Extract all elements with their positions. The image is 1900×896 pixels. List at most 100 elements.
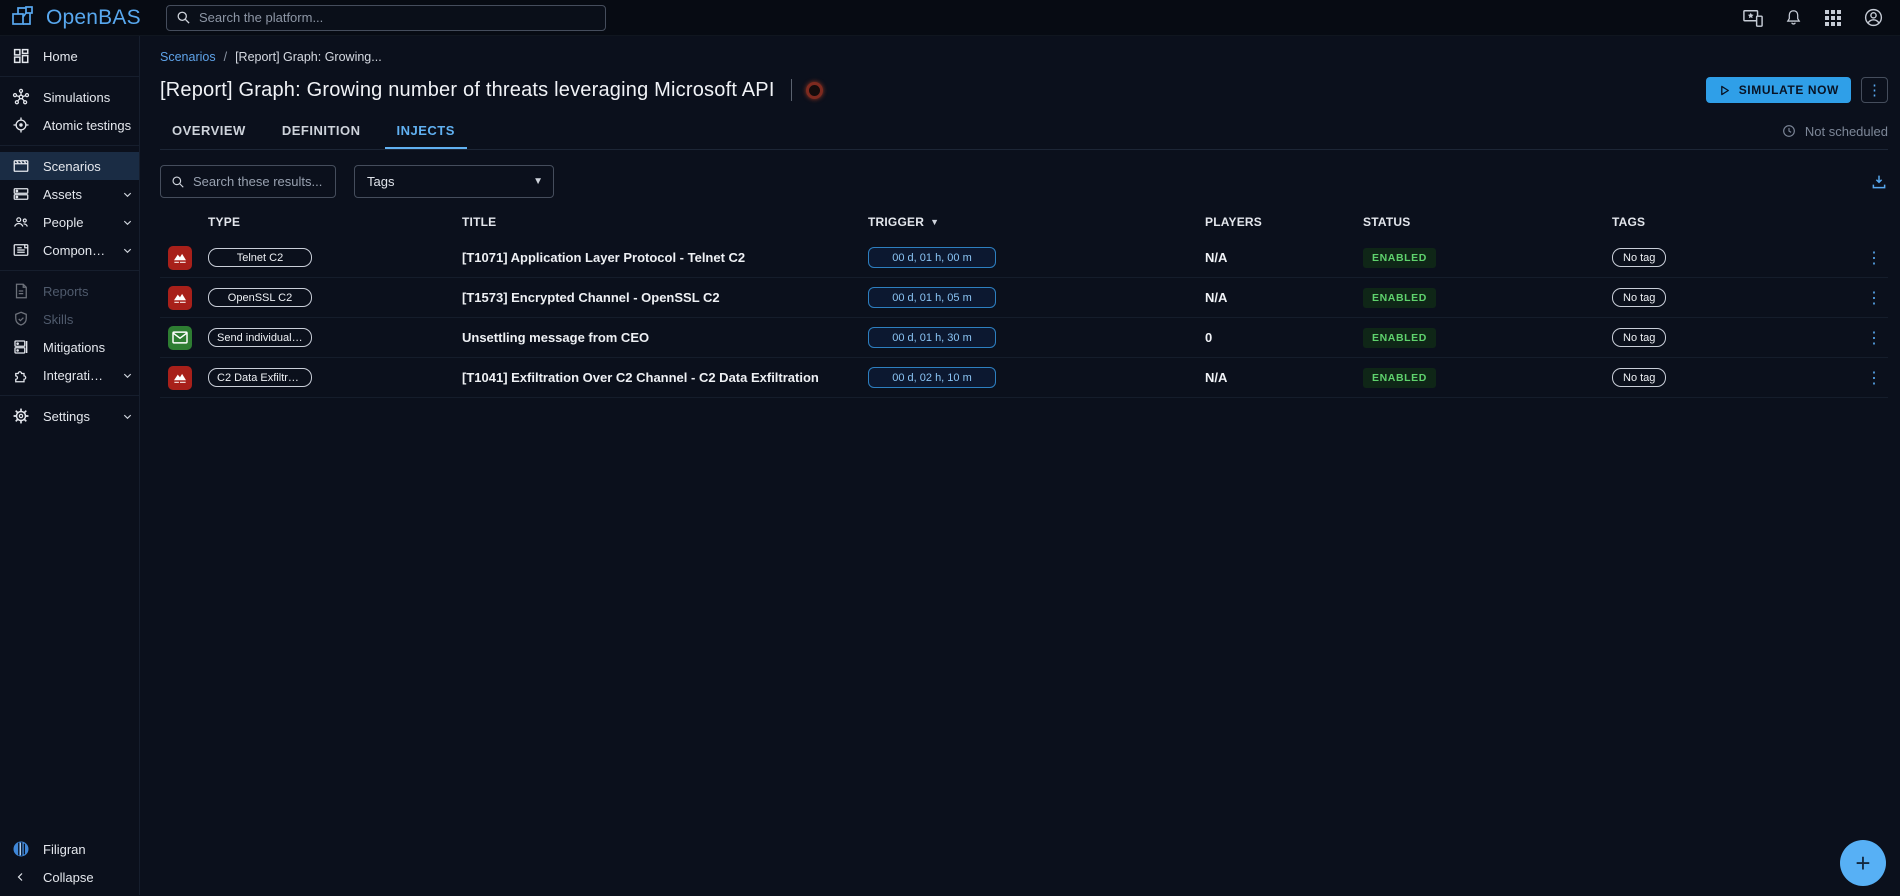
- caldera-inject-icon: [168, 246, 192, 270]
- column-header-tags[interactable]: TAGS: [1612, 215, 1862, 229]
- trigger-time-chip: 00 d, 02 h, 10 m: [868, 367, 996, 388]
- sidebar-divider: [0, 145, 139, 146]
- row-menu-kebab-icon[interactable]: ⋮: [1862, 328, 1886, 348]
- tag-chip: No tag: [1612, 288, 1666, 307]
- inject-title: Unsettling message from CEO: [462, 330, 868, 345]
- tab-injects[interactable]: INJECTS: [385, 113, 467, 149]
- inject-title: [T1573] Encrypted Channel - OpenSSL C2: [462, 290, 868, 305]
- export-download-icon[interactable]: [1870, 173, 1888, 191]
- sidebar-item-label: Simulations: [43, 90, 110, 105]
- column-header-players[interactable]: PLAYERS: [1205, 215, 1363, 229]
- sidebar-item-scenarios[interactable]: Scenarios: [0, 152, 139, 180]
- players-count: N/A: [1205, 290, 1363, 305]
- status-badge: ENABLED: [1363, 248, 1436, 268]
- email-inject-icon: [168, 326, 192, 350]
- platform-search[interactable]: [166, 5, 606, 31]
- sidebar-item-mitigations[interactable]: Mitigations: [0, 333, 139, 361]
- connected-devices-icon[interactable]: [1740, 5, 1766, 31]
- hub-icon: [12, 88, 30, 106]
- tab-overview[interactable]: OVERVIEW: [160, 113, 258, 149]
- column-header-title[interactable]: TITLE: [462, 215, 868, 229]
- puzzle-icon: [12, 366, 30, 384]
- chevron-down-icon: [122, 217, 133, 228]
- sidebar-item-filigran[interactable]: Filigran: [0, 835, 139, 863]
- table-row[interactable]: C2 Data Exfiltration [T1041] Exfiltratio…: [160, 358, 1888, 398]
- inject-table-body: Telnet C2 [T1071] Application Layer Prot…: [160, 238, 1888, 398]
- column-header-type[interactable]: TYPE: [208, 215, 462, 229]
- sidebar-item-integrations[interactable]: Integrations: [0, 361, 139, 389]
- kebab-icon: ⋮: [1867, 81, 1882, 99]
- breadcrumb-scenarios-link[interactable]: Scenarios: [160, 50, 216, 64]
- scenario-menu-button[interactable]: ⋮: [1861, 77, 1888, 103]
- tag-chip: No tag: [1612, 328, 1666, 347]
- results-search[interactable]: [160, 165, 336, 198]
- simulate-now-button[interactable]: SIMULATE NOW: [1706, 77, 1851, 103]
- sidebar-divider: [0, 270, 139, 271]
- page-title: [Report] Graph: Growing number of threat…: [160, 79, 775, 102]
- platform-search-input[interactable]: [199, 10, 596, 25]
- table-row[interactable]: OpenSSL C2 [T1573] Encrypted Channel - O…: [160, 278, 1888, 318]
- row-menu-kebab-icon[interactable]: ⋮: [1862, 288, 1886, 308]
- status-badge: ENABLED: [1363, 288, 1436, 308]
- tags-filter-select[interactable]: Tags ▼: [354, 165, 554, 198]
- status-badge: ENABLED: [1363, 368, 1436, 388]
- groups-icon: [12, 213, 30, 231]
- sidebar-divider: [0, 395, 139, 396]
- trigger-time-chip: 00 d, 01 h, 05 m: [868, 287, 996, 308]
- sidebar-item-home[interactable]: Home: [0, 42, 139, 70]
- tab-definition[interactable]: DEFINITION: [270, 113, 373, 149]
- players-count: N/A: [1205, 370, 1363, 385]
- inject-type-chip: OpenSSL C2: [208, 288, 312, 307]
- trigger-time-chip: 00 d, 01 h, 30 m: [868, 327, 996, 348]
- top-bar: OpenBAS: [0, 0, 1900, 36]
- row-menu-kebab-icon[interactable]: ⋮: [1862, 368, 1886, 388]
- movie-icon: [12, 157, 30, 175]
- notifications-bell-icon[interactable]: [1780, 5, 1806, 31]
- table-header-row: TYPE TITLE TRIGGER ▼ PLAYERS STATUS TAGS: [160, 206, 1888, 238]
- sidebar-collapse-button[interactable]: Collapse: [0, 863, 139, 891]
- breadcrumb: Scenarios / [Report] Graph: Growing...: [160, 50, 1888, 64]
- sidebar-item-label: Scenarios: [43, 159, 101, 174]
- inject-type-chip: C2 Data Exfiltration: [208, 368, 312, 387]
- row-menu-kebab-icon[interactable]: ⋮: [1862, 248, 1886, 268]
- sidebar-item-label: Settings: [43, 409, 90, 424]
- column-header-trigger[interactable]: TRIGGER ▼: [868, 215, 1205, 229]
- sidebar-item-label: Reports: [43, 284, 89, 299]
- chevron-down-icon: [122, 370, 133, 381]
- add-inject-fab[interactable]: +: [1840, 840, 1886, 886]
- results-search-input[interactable]: [193, 174, 325, 189]
- openbas-logo[interactable]: OpenBAS: [10, 4, 152, 32]
- inject-type-chip: Telnet C2: [208, 248, 312, 267]
- sidebar-item-people[interactable]: People: [0, 208, 139, 236]
- table-row[interactable]: Telnet C2 [T1071] Application Layer Prot…: [160, 238, 1888, 278]
- storage-icon: [12, 185, 30, 203]
- title-divider: [791, 79, 792, 101]
- column-header-status[interactable]: STATUS: [1363, 215, 1612, 229]
- caldera-inject-icon: [168, 366, 192, 390]
- breadcrumb-current: [Report] Graph: Growing...: [235, 50, 382, 64]
- sidebar-item-label: Mitigations: [43, 340, 105, 355]
- sidebar-item-label: People: [43, 215, 83, 230]
- sidebar-item-skills: Skills: [0, 305, 139, 333]
- table-row[interactable]: Send individual ma... Unsettling message…: [160, 318, 1888, 358]
- sidebar-item-label: Atomic testings: [43, 118, 131, 133]
- sidebar-item-settings[interactable]: Settings: [0, 402, 139, 430]
- account-circle-icon[interactable]: [1860, 5, 1886, 31]
- sidebar-item-reports: Reports: [0, 277, 139, 305]
- schedule-status: Not scheduled: [1781, 123, 1888, 139]
- sidebar-item-atomic-testings[interactable]: Atomic testings: [0, 111, 139, 139]
- chevron-down-icon: [122, 245, 133, 256]
- apps-grid-icon[interactable]: [1820, 5, 1846, 31]
- severity-ring-icon: [806, 82, 823, 99]
- dashboard-icon: [12, 47, 30, 65]
- filigran-logo-icon: [12, 840, 30, 858]
- inject-title: [T1071] Application Layer Protocol - Tel…: [462, 250, 868, 265]
- sidebar-item-components[interactable]: Components: [0, 236, 139, 264]
- trigger-time-chip: 00 d, 01 h, 00 m: [868, 247, 996, 268]
- logo-text: OpenBAS: [46, 6, 141, 30]
- sidebar-item-label: Collapse: [43, 870, 94, 885]
- injects-table: TYPE TITLE TRIGGER ▼ PLAYERS STATUS TAGS: [160, 206, 1888, 398]
- sidebar-item-simulations[interactable]: Simulations: [0, 83, 139, 111]
- sidebar-item-assets[interactable]: Assets: [0, 180, 139, 208]
- players-count: 0: [1205, 330, 1363, 345]
